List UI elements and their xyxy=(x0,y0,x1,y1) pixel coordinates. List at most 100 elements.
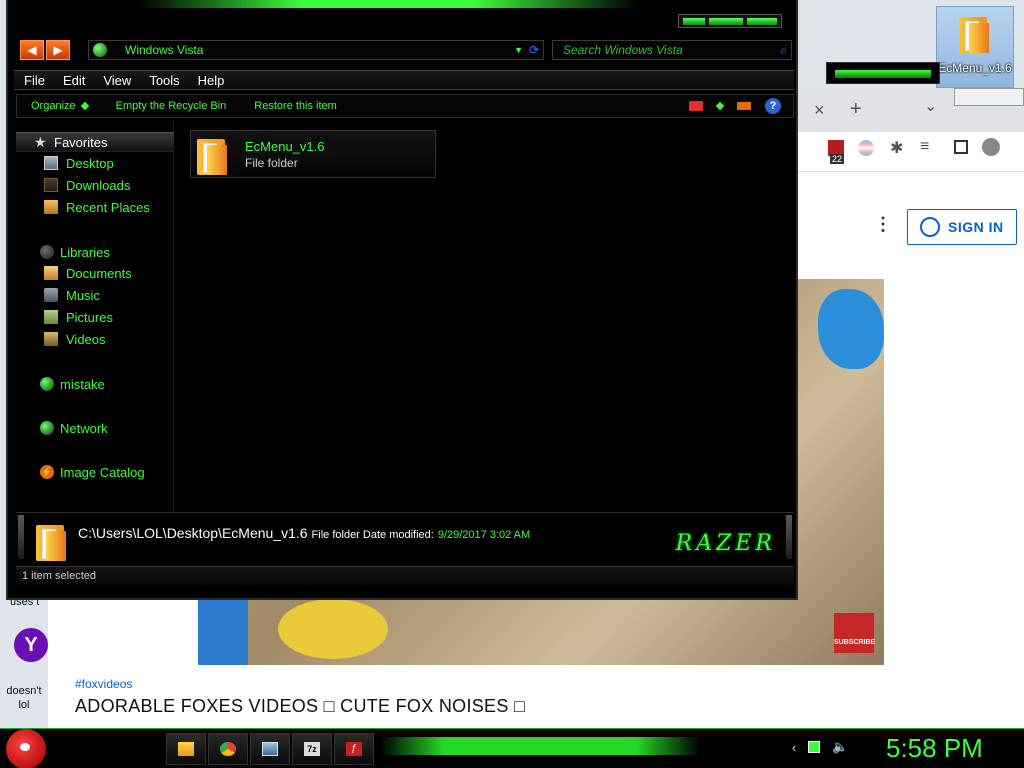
preview-pane-icon[interactable] xyxy=(737,102,751,110)
menu-tools[interactable]: Tools xyxy=(139,73,187,88)
dropdown-diamond-icon xyxy=(80,101,89,111)
favorites-label: Favorites xyxy=(54,134,108,150)
restore-item-button[interactable]: Restore this item xyxy=(240,100,351,112)
folder-icon xyxy=(959,13,989,53)
sidebar-item-image-catalog[interactable]: ⚡ Image Catalog xyxy=(16,462,174,482)
minimize-button[interactable] xyxy=(683,18,705,25)
mini-window-caption xyxy=(826,62,940,84)
details-date: 9/29/2017 3:02 AM xyxy=(437,529,531,541)
side-panel-icon[interactable] xyxy=(954,140,968,154)
more-options-icon[interactable]: ⋮ xyxy=(874,214,892,235)
search-icon[interactable]: ⌕ xyxy=(780,41,787,59)
puzzle-icon[interactable]: ✱ xyxy=(890,138,903,158)
sidebar-item-mistake[interactable]: mistake xyxy=(16,374,174,394)
organize-button[interactable]: Organize xyxy=(17,100,102,112)
homegroup-orb-icon xyxy=(40,377,54,391)
libraries-icon xyxy=(40,245,54,259)
window-caption-buttons[interactable] xyxy=(678,14,782,28)
file-item-ecmenu[interactable]: EcMenu_v1.6 File folder xyxy=(190,130,436,178)
desktop-icon-ecmenu[interactable]: EcMenu_v1.6 xyxy=(936,6,1014,88)
media-control-icon[interactable]: ≡ xyxy=(920,138,929,156)
menu-file[interactable]: File xyxy=(14,73,53,88)
address-bar[interactable]: Windows Vista ▼ ⟳ xyxy=(88,40,544,60)
profile-flag-icon[interactable] xyxy=(858,140,874,156)
menu-edit[interactable]: Edit xyxy=(53,73,93,88)
flash-icon: ƒ xyxy=(346,742,362,756)
chrome-icon xyxy=(220,742,236,756)
sidebar-item-network[interactable]: Network xyxy=(16,418,174,438)
nav-buttons: ◀ ▶ xyxy=(20,40,70,60)
menu-view[interactable]: View xyxy=(93,73,139,88)
sidebar-item-label: Music xyxy=(66,287,100,303)
views-icon[interactable] xyxy=(689,101,703,111)
sidebar-item-label: Videos xyxy=(66,331,106,347)
video-title: ADORABLE FOXES VIDEOS □ CUTE FOX NOISES … xyxy=(75,696,526,716)
yahoo-icon-label: doesn't lol xyxy=(6,685,42,711)
browser-toolbar: 22 ✱ ≡ xyxy=(798,132,1024,172)
taskbar-flash[interactable]: ƒ xyxy=(334,733,374,765)
refresh-icon[interactable]: ⟳ xyxy=(529,41,539,59)
videos-icon xyxy=(44,332,58,346)
desktop-icon xyxy=(44,156,58,170)
account-icon[interactable] xyxy=(982,138,1000,156)
views-dropdown-icon[interactable] xyxy=(715,101,725,111)
libraries-header[interactable]: Libraries xyxy=(16,242,174,262)
search-placeholder: Search Windows Vista xyxy=(563,43,683,57)
taskbar-chrome[interactable] xyxy=(208,733,248,765)
sign-in-button[interactable]: SIGN IN xyxy=(907,209,1017,245)
sidebar-item-pictures[interactable]: Pictures xyxy=(16,306,174,328)
desktop-icon-label: EcMenu_v1.6 xyxy=(938,61,1012,75)
window-icon xyxy=(262,742,278,756)
sidebar-item-documents[interactable]: Documents xyxy=(16,262,174,284)
taskbar-explorer[interactable] xyxy=(250,733,290,765)
menu-bar: File Edit View Tools Help xyxy=(14,70,794,90)
extension-badge: 22 xyxy=(830,154,845,164)
volume-icon[interactable]: 🔈 xyxy=(832,739,848,755)
empty-recycle-bin-button[interactable]: Empty the Recycle Bin xyxy=(102,100,241,112)
network-tray-icon[interactable] xyxy=(808,741,821,753)
taskbar-apps: 7z ƒ xyxy=(166,733,374,765)
downloads-icon xyxy=(44,178,58,192)
tab-list-button[interactable]: ⌄ xyxy=(924,96,937,116)
organize-label: Organize xyxy=(31,100,76,112)
sidebar-item-music[interactable]: Music xyxy=(16,284,174,306)
video-hashtag[interactable]: #foxvideos xyxy=(75,677,132,691)
details-pane: C:\Users\LOL\Desktop\EcMenu_v1.6 File fol… xyxy=(16,512,794,562)
help-icon[interactable]: ? xyxy=(765,98,781,114)
sidebar-item-recent-places[interactable]: Recent Places xyxy=(16,196,174,218)
yahoo-messenger-icon[interactable]: Y xyxy=(14,628,48,662)
sidebar-item-label: Pictures xyxy=(66,309,113,325)
taskbar: 7z ƒ ‹ 🔈 5:58 PM xyxy=(0,728,1024,768)
explorer-window: ◀ ▶ Windows Vista ▼ ⟳ Search Windows Vis… xyxy=(6,0,798,600)
sidebar-item-label: Image Catalog xyxy=(60,464,145,480)
libraries-group: Libraries Documents Music Pictures Video… xyxy=(16,242,174,350)
start-button[interactable] xyxy=(6,729,46,768)
razer-logo: RAZER xyxy=(675,531,776,556)
subscribe-watermark[interactable]: SUBSCRIBE xyxy=(834,613,875,653)
maximize-button[interactable] xyxy=(709,18,743,25)
system-tray: ‹ 🔈 xyxy=(792,739,849,755)
taskbar-file-manager[interactable] xyxy=(166,733,206,765)
tray-chevron-icon[interactable]: ‹ xyxy=(792,740,796,755)
libraries-label: Libraries xyxy=(60,244,110,260)
back-button[interactable]: ◀ xyxy=(20,40,44,60)
address-dropdown-icon[interactable]: ▼ xyxy=(514,41,523,59)
7zip-icon: 7z xyxy=(304,742,320,756)
toy-blue xyxy=(818,289,884,369)
forward-button[interactable]: ▶ xyxy=(46,40,70,60)
clock[interactable]: 5:58 PM xyxy=(886,733,983,764)
taskbar-7zip[interactable]: 7z xyxy=(292,733,332,765)
search-input[interactable]: Search Windows Vista ⌕ xyxy=(552,40,792,60)
favorites-header[interactable]: ★ Favorites xyxy=(16,132,174,152)
new-tab-button[interactable]: + xyxy=(850,98,862,121)
sidebar-item-videos[interactable]: Videos xyxy=(16,328,174,350)
music-icon xyxy=(44,288,58,302)
menu-help[interactable]: Help xyxy=(188,73,233,88)
tab-close-button[interactable]: × xyxy=(814,100,825,121)
close-button[interactable] xyxy=(747,18,777,25)
mini-window-controls[interactable] xyxy=(954,88,1024,106)
sidebar-item-desktop[interactable]: Desktop xyxy=(16,152,174,174)
sidebar-item-label: Downloads xyxy=(66,177,131,193)
sign-in-label: SIGN IN xyxy=(948,219,1004,235)
sidebar-item-downloads[interactable]: Downloads xyxy=(16,174,174,196)
